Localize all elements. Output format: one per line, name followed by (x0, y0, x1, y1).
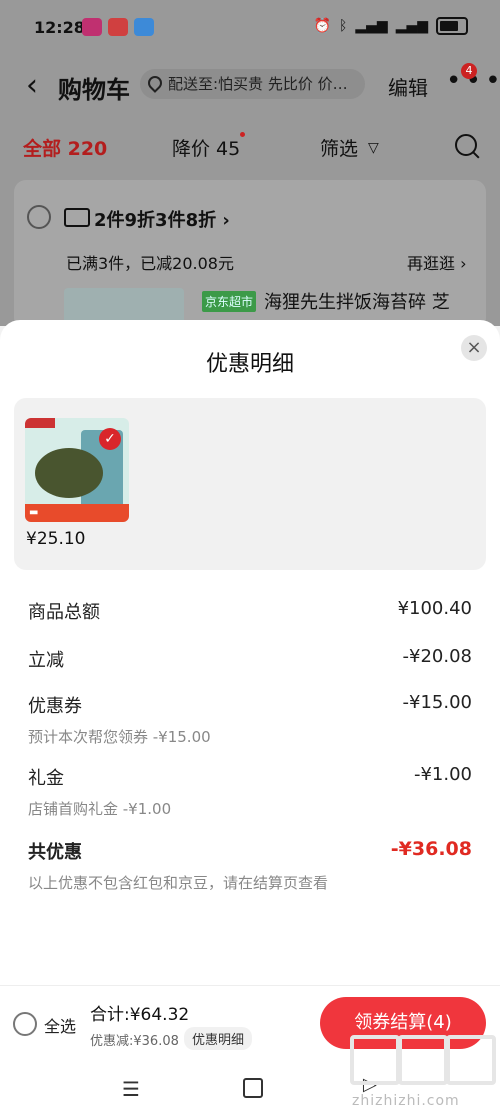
message-notification-icon (134, 18, 154, 36)
edit-button[interactable]: 编辑 (388, 72, 428, 101)
row-label: 礼金 (28, 768, 64, 789)
filter-button[interactable]: 筛选 (320, 134, 358, 161)
row-label: 共优惠 (28, 842, 82, 863)
signal-icon: ▂▄▆ (395, 18, 428, 34)
page-title: 购物车 (58, 76, 130, 104)
location-pin-icon (145, 73, 165, 93)
status-time: 12:28 (34, 18, 85, 37)
row-label: 优惠券 (28, 696, 82, 717)
filter-tabs: 全部 220 降价 45 筛选 ▽ (0, 128, 500, 164)
row-value: -¥20.08 (402, 646, 472, 667)
watermark-text: zhizhizhi.com (352, 1093, 460, 1109)
notification-badge: 4 (461, 63, 477, 79)
jd-supermarket-tag: 京东超市 (202, 291, 257, 312)
brand-logo (25, 418, 55, 428)
sheet-title: 优惠明细 (205, 352, 294, 377)
selected-items-box: ✓ ▬ ¥25.10 (14, 398, 486, 570)
row-value: -¥36.08 (390, 838, 472, 860)
row-value: ¥100.40 (397, 598, 472, 619)
close-icon[interactable]: × (461, 335, 487, 361)
row-sub-note: 店铺首购礼金 -¥1.00 (28, 800, 172, 818)
discount-note: 以上优惠不包含红包和京豆，请在结算页查看 (28, 874, 329, 892)
notification-icons (82, 18, 154, 36)
status-bar: 12:28 ⏰ ᛒ ▂▄▆ ▂▄▆ (0, 0, 500, 56)
row-value: -¥15.00 (402, 692, 472, 713)
browse-more-link[interactable]: 再逛逛 › (407, 250, 467, 274)
watermark-logo (350, 1035, 400, 1085)
product-price: ¥25.10 (26, 529, 86, 549)
price-tag: ▬ (25, 504, 129, 522)
product-name[interactable]: 海狸先生拌饭海苔碎 芝 (264, 288, 450, 314)
alarm-icon: ⏰ (313, 18, 331, 34)
home-icon[interactable] (243, 1078, 263, 1098)
row-label: 商品总额 (28, 602, 100, 623)
bluetooth-icon: ᛒ (338, 18, 348, 34)
seaweed-image (35, 448, 103, 498)
delivery-address-text: 配送至:怕买贵 先比价 价… (168, 75, 348, 93)
back-icon[interactable]: ‹ (26, 68, 38, 103)
tab-all[interactable]: 全部 220 (23, 134, 107, 161)
promotion-status: 已满3件，已减20.08元 (66, 254, 234, 273)
signal-icon: ▂▄▆ (355, 18, 388, 34)
row-value: -¥1.00 (413, 764, 472, 785)
watermark-logo (446, 1035, 496, 1085)
menu-icon[interactable]: ☰ (122, 1077, 140, 1101)
watermark: zhizhizhi.com (350, 1035, 496, 1117)
total-amount: 合计:¥64.32 (90, 1005, 190, 1025)
promotion-icon (64, 208, 90, 227)
app-notification-icon (108, 18, 128, 36)
cart-header: ‹ 购物车 配送至:怕买贵 先比价 价… 编辑 • • • 4 (0, 56, 500, 116)
store-card: 2件9折3件8折 › 已满3件，已减20.08元 再逛逛 › 京东超市 海狸先生… (14, 180, 486, 330)
discount-amount: 优惠减:¥36.08 (90, 1034, 179, 1049)
row-sub-note: 预计本次帮您领券 -¥15.00 (28, 728, 211, 746)
funnel-icon: ▽ (368, 140, 379, 156)
promotion-label[interactable]: 2件9折3件8折 › (94, 206, 230, 232)
battery-icon (436, 17, 468, 35)
system-icons: ⏰ ᛒ ▂▄▆ ▂▄▆ (314, 17, 468, 35)
store-select-radio[interactable] (27, 205, 51, 229)
check-icon: ✓ (99, 428, 121, 450)
watermark-logo (398, 1035, 448, 1085)
search-icon[interactable] (455, 134, 477, 156)
red-dot-indicator (240, 132, 245, 137)
product-image[interactable]: ✓ ▬ (25, 418, 129, 522)
row-label: 立减 (28, 650, 64, 671)
select-all-label[interactable]: 全选 (44, 1013, 76, 1037)
select-all-radio[interactable] (13, 1012, 37, 1036)
app-notification-icon (82, 18, 102, 36)
discount-detail-button[interactable]: 优惠明细 (184, 1027, 253, 1050)
delivery-address[interactable]: 配送至:怕买贵 先比价 价… (140, 69, 365, 99)
tab-price-drop[interactable]: 降价 45 (172, 134, 240, 161)
